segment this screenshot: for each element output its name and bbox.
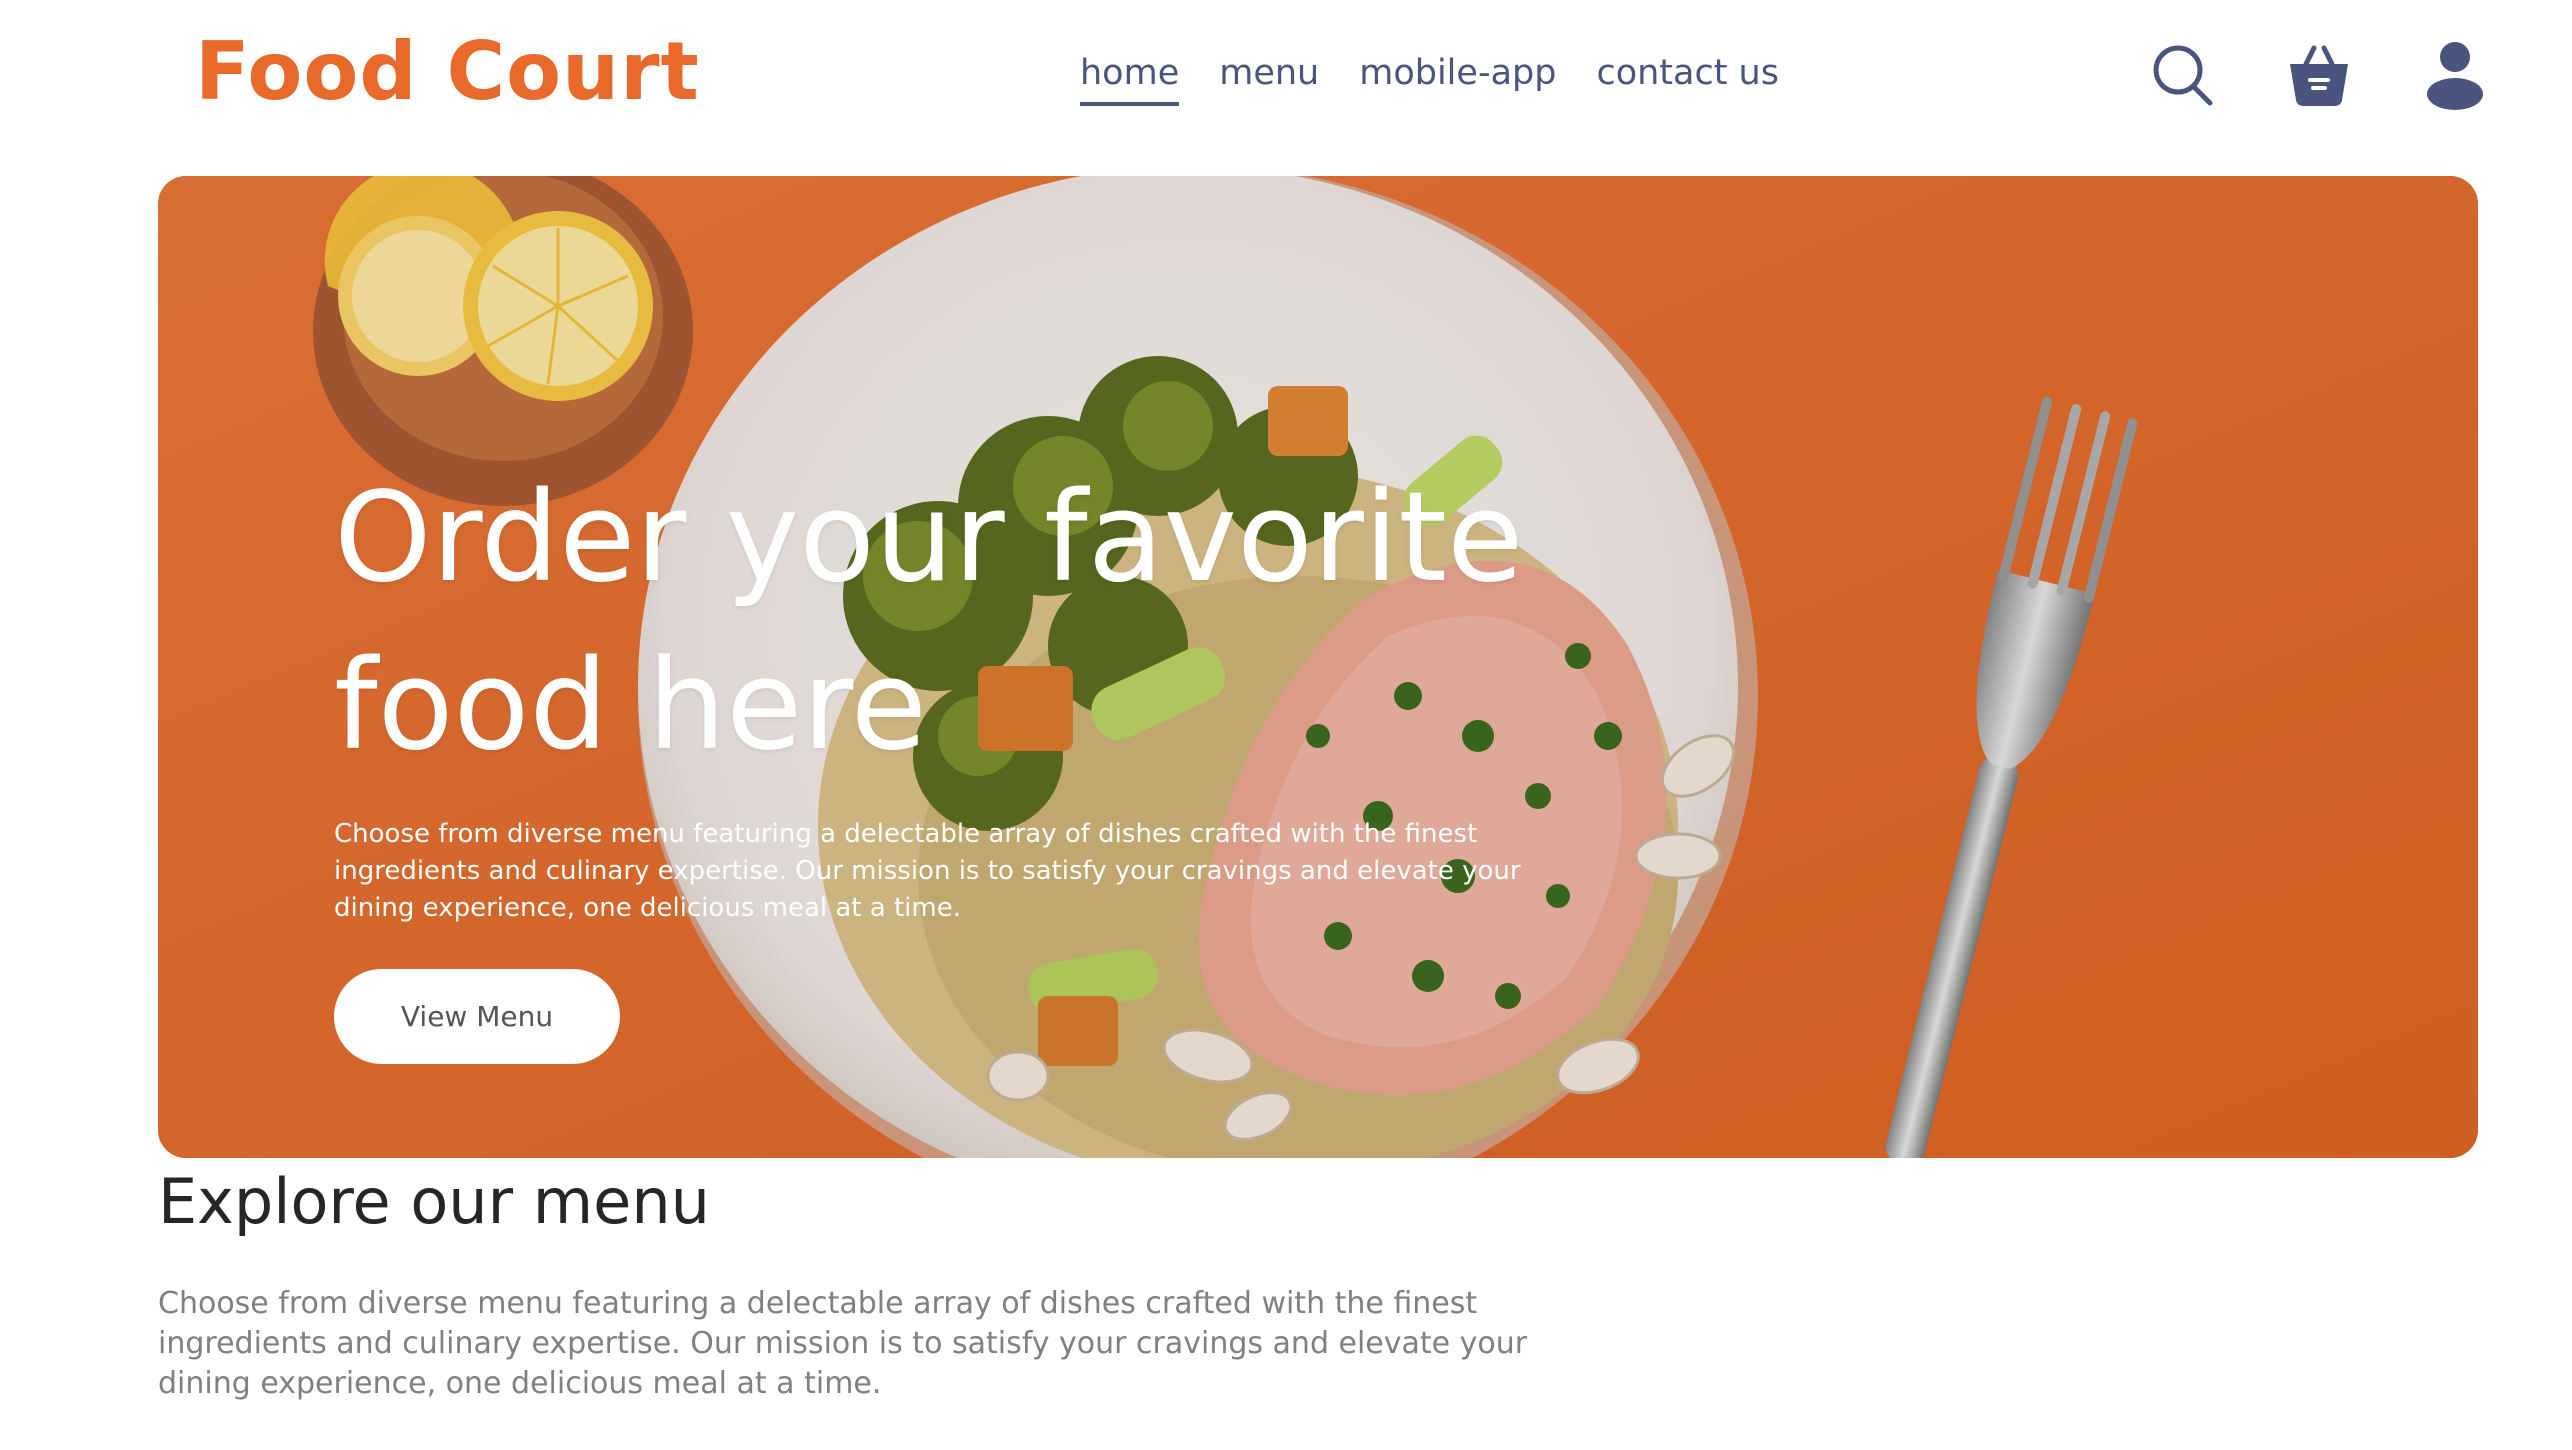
- search-icon[interactable]: [2150, 40, 2216, 110]
- profile-icon[interactable]: [2422, 40, 2488, 110]
- nav-link-menu[interactable]: menu: [1219, 48, 1319, 106]
- hero-banner: Order your favorite food here Choose fro…: [158, 176, 2478, 1158]
- hero-title: Order your favorite food here: [334, 466, 1524, 778]
- navbar: Food Court home menu mobile-app contact …: [0, 0, 2572, 160]
- view-menu-button[interactable]: View Menu: [334, 969, 620, 1064]
- page: Food Court home menu mobile-app contact …: [0, 0, 2572, 1450]
- nav-link-contact-us[interactable]: contact us: [1596, 48, 1779, 106]
- nav-links: home menu mobile-app contact us: [1080, 48, 1779, 106]
- hero-description: Choose from diverse menu featuring a del…: [334, 819, 1521, 923]
- explore-menu-title: Explore our menu: [158, 1165, 710, 1238]
- logo[interactable]: Food Court: [195, 22, 700, 122]
- basket-icon[interactable]: [2286, 40, 2352, 110]
- nav-link-mobile-app[interactable]: mobile-app: [1359, 48, 1556, 106]
- nav-link-home[interactable]: home: [1080, 48, 1180, 106]
- nav-icons: [2150, 40, 2488, 110]
- explore-menu-description: Choose from diverse menu featuring a del…: [158, 1286, 1528, 1401]
